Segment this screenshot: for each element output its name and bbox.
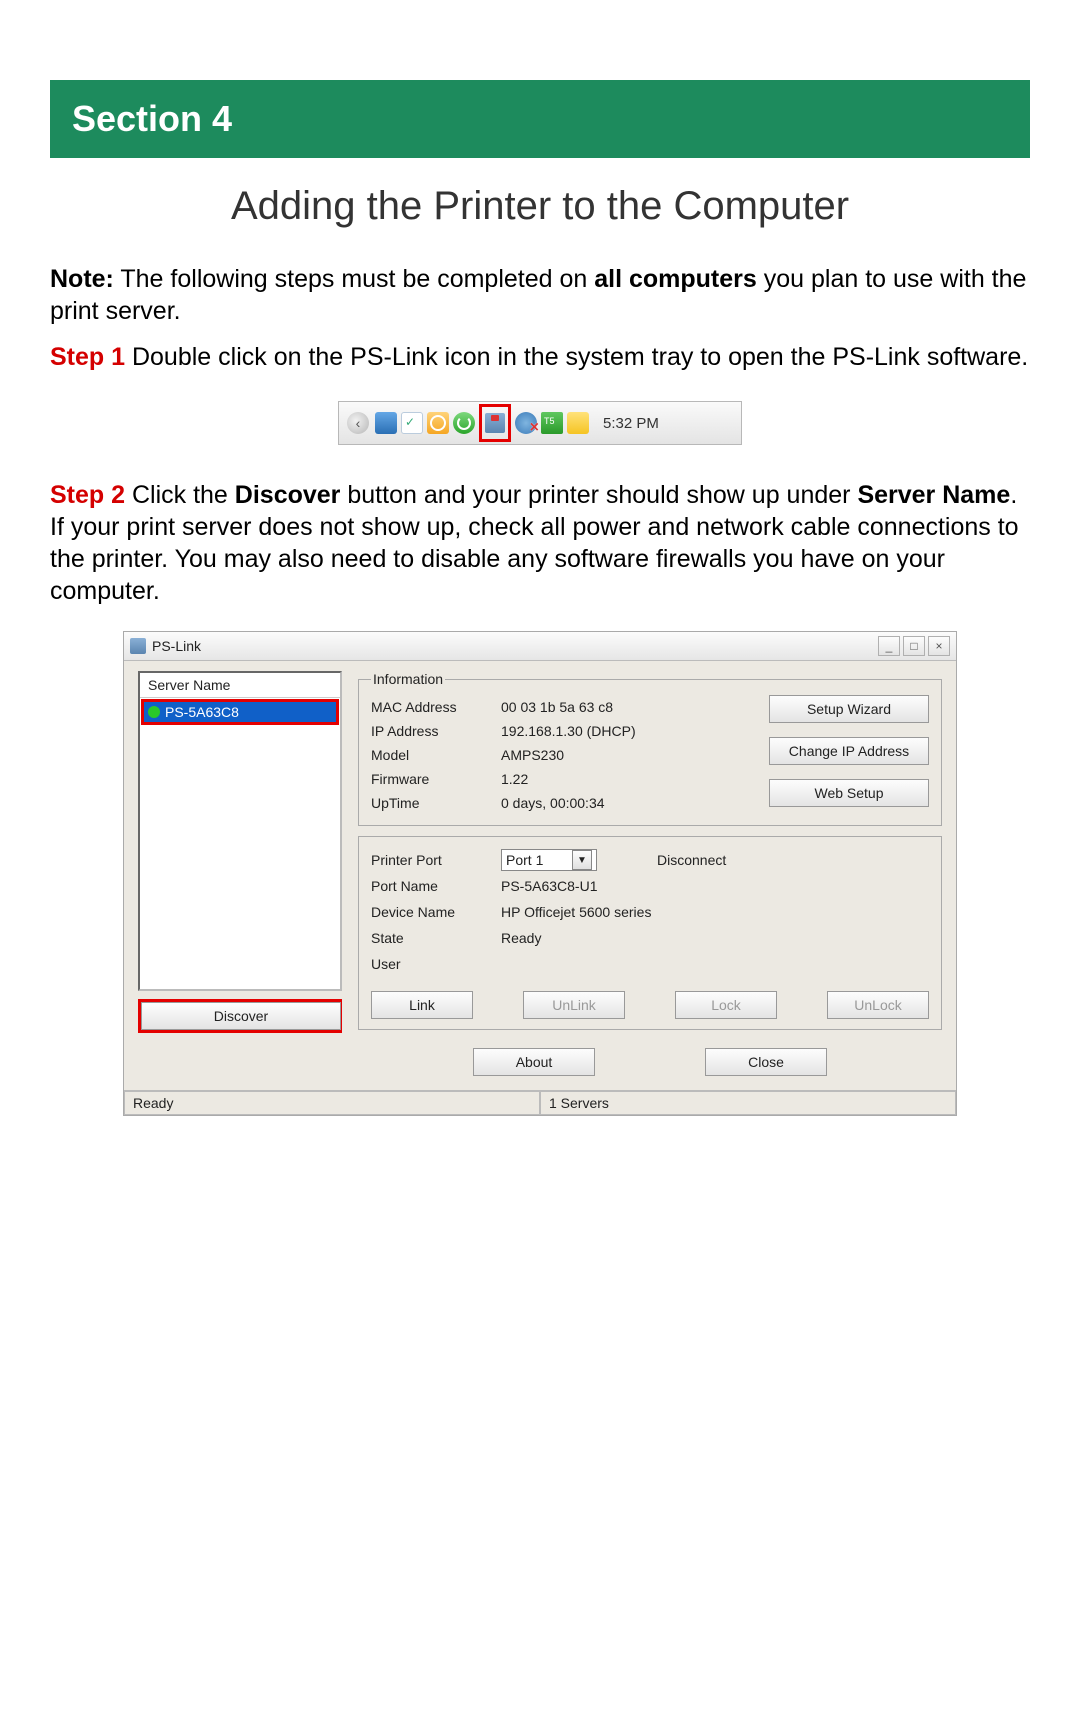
status-right: 1 Servers bbox=[540, 1091, 956, 1115]
lock-button[interactable]: Lock bbox=[675, 991, 777, 1019]
server-row-highlight: PS-5A63C8 bbox=[141, 699, 339, 725]
value-ip: 192.168.1.30 (DHCP) bbox=[501, 719, 759, 743]
step2-text-1: Click the bbox=[125, 481, 235, 509]
information-group: Information MAC Address IP Address Model… bbox=[358, 671, 942, 826]
label-ip: IP Address bbox=[371, 719, 501, 743]
label-printer-port: Printer Port bbox=[371, 852, 501, 868]
setup-wizard-button[interactable]: Setup Wizard bbox=[769, 695, 929, 723]
step1-label: Step 1 bbox=[50, 343, 125, 371]
maximize-button[interactable]: □ bbox=[903, 636, 925, 656]
step2-paragraph: Step 2 Click the Discover button and you… bbox=[50, 479, 1030, 607]
value-mac: 00 03 1b 5a 63 c8 bbox=[501, 695, 759, 719]
tray-pslink-highlight bbox=[479, 404, 511, 442]
label-uptime: UpTime bbox=[371, 791, 501, 815]
change-ip-button[interactable]: Change IP Address bbox=[769, 737, 929, 765]
tray-clock-icon[interactable] bbox=[427, 412, 449, 434]
value-uptime: 0 days, 00:00:34 bbox=[501, 791, 759, 815]
value-model: AMPS230 bbox=[501, 743, 759, 767]
printer-port-select[interactable]: Port 1 ▼ bbox=[501, 849, 597, 871]
status-left: Ready bbox=[124, 1091, 540, 1115]
close-button[interactable]: Close bbox=[705, 1048, 827, 1076]
server-name-text: PS-5A63C8 bbox=[165, 704, 239, 720]
section-banner: Section 4 bbox=[50, 80, 1030, 158]
tray-shield-icon[interactable] bbox=[541, 412, 563, 434]
close-window-button[interactable]: × bbox=[928, 636, 950, 656]
label-model: Model bbox=[371, 743, 501, 767]
step1-paragraph: Step 1 Double click on the PS-Link icon … bbox=[50, 341, 1030, 373]
value-device-name: HP Officejet 5600 series bbox=[501, 904, 929, 920]
server-list[interactable]: Server Name PS-5A63C8 bbox=[138, 671, 342, 991]
server-name-header: Server Name bbox=[140, 673, 340, 698]
system-tray-figure: ‹ 5:32 PM bbox=[338, 401, 742, 445]
tray-network-disabled-icon[interactable] bbox=[515, 412, 537, 434]
step2-label: Step 2 bbox=[50, 481, 125, 509]
step1-text: Double click on the PS-Link icon in the … bbox=[125, 343, 1028, 371]
unlink-button[interactable]: UnLink bbox=[523, 991, 625, 1019]
printer-icon bbox=[130, 638, 146, 654]
port-selected-value: Port 1 bbox=[506, 852, 543, 868]
tray-expand-icon[interactable]: ‹ bbox=[347, 412, 369, 434]
statusbar: Ready 1 Servers bbox=[124, 1090, 956, 1115]
tray-clock-text: 5:32 PM bbox=[603, 415, 659, 432]
tray-pen-icon[interactable] bbox=[567, 412, 589, 434]
note-text-1: The following steps must be completed on bbox=[114, 265, 594, 293]
port-group: Printer Port Port 1 ▼ Disconnect Port Na… bbox=[358, 836, 942, 1030]
titlebar: PS-Link _ □ × bbox=[124, 632, 956, 661]
minimize-button[interactable]: _ bbox=[878, 636, 900, 656]
value-firmware: 1.22 bbox=[501, 767, 759, 791]
step2-bold-1: Discover bbox=[235, 481, 341, 509]
label-device-name: Device Name bbox=[371, 904, 501, 920]
chevron-down-icon[interactable]: ▼ bbox=[572, 850, 592, 870]
note-paragraph: Note: The following steps must be comple… bbox=[50, 263, 1030, 327]
value-port-name: PS-5A63C8-U1 bbox=[501, 878, 929, 894]
unlock-button[interactable]: UnLock bbox=[827, 991, 929, 1019]
about-button[interactable]: About bbox=[473, 1048, 595, 1076]
disconnect-label: Disconnect bbox=[657, 852, 726, 868]
discover-highlight: Discover bbox=[138, 999, 342, 1033]
step2-bold-2: Server Name bbox=[857, 481, 1010, 509]
note-bold: all computers bbox=[594, 265, 757, 293]
pslink-tray-icon[interactable] bbox=[485, 413, 505, 433]
label-state: State bbox=[371, 930, 501, 946]
value-state: Ready bbox=[501, 930, 929, 946]
tray-network-icon[interactable] bbox=[375, 412, 397, 434]
link-button[interactable]: Link bbox=[371, 991, 473, 1019]
window-title: PS-Link bbox=[152, 638, 875, 654]
label-mac: MAC Address bbox=[371, 695, 501, 719]
status-dot-icon bbox=[148, 706, 160, 718]
pslink-window: PS-Link _ □ × Server Name PS-5A63C8 bbox=[123, 631, 957, 1116]
server-list-item[interactable]: PS-5A63C8 bbox=[144, 702, 336, 722]
label-user: User bbox=[371, 956, 501, 972]
discover-button[interactable]: Discover bbox=[141, 1002, 341, 1030]
tray-refresh-icon[interactable] bbox=[453, 412, 475, 434]
label-port-name: Port Name bbox=[371, 878, 501, 894]
step2-text-2: button and your printer should show up u… bbox=[340, 481, 857, 509]
note-label: Note: bbox=[50, 265, 114, 293]
tray-chat-icon[interactable] bbox=[401, 412, 423, 434]
information-legend: Information bbox=[371, 671, 445, 687]
page-title: Adding the Printer to the Computer bbox=[50, 184, 1030, 229]
web-setup-button[interactable]: Web Setup bbox=[769, 779, 929, 807]
label-firmware: Firmware bbox=[371, 767, 501, 791]
